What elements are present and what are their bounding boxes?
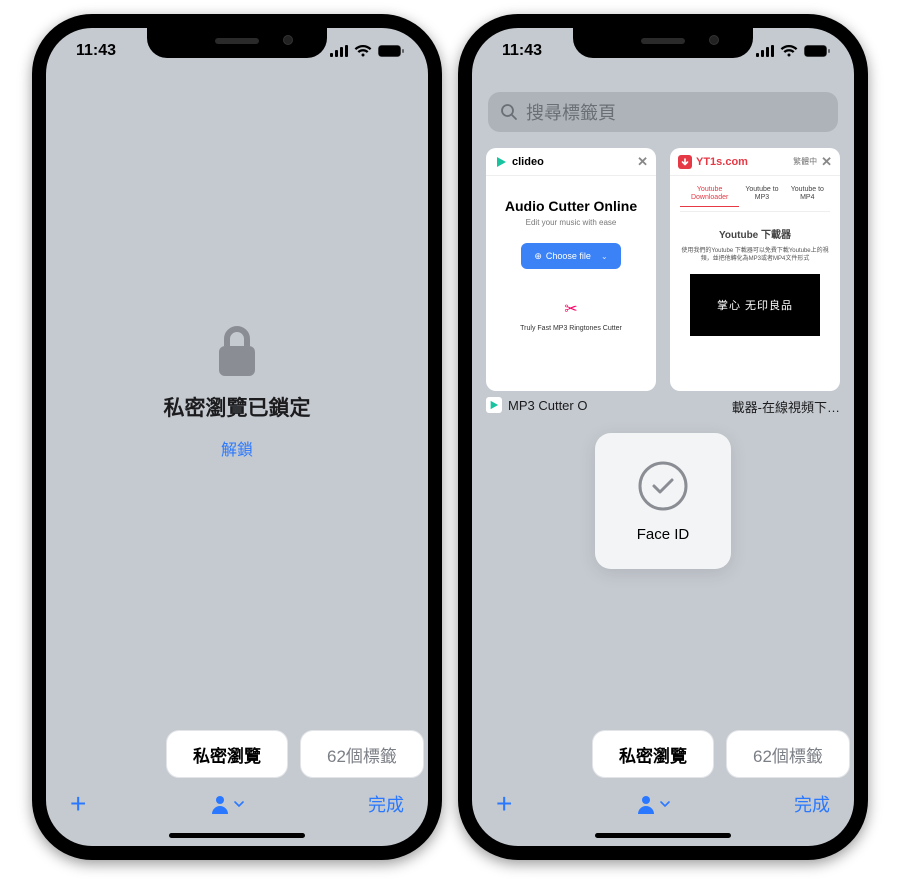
menu-item: Youtube Downloader bbox=[680, 186, 739, 207]
tab-title: 載器-在線視頻下… bbox=[732, 397, 840, 416]
profile-menu[interactable] bbox=[210, 794, 244, 814]
search-icon bbox=[500, 103, 518, 121]
close-tab-button[interactable]: ✕ bbox=[637, 154, 648, 170]
status-time: 11:43 bbox=[502, 42, 542, 60]
faceid-check-icon bbox=[637, 460, 689, 512]
page-description: 使用我們的Youtube 下載器可以免費下載Youtube上的視頻，並把他轉化為… bbox=[680, 247, 830, 264]
done-button[interactable]: 完成 bbox=[794, 791, 830, 817]
search-placeholder: 搜尋標籤頁 bbox=[526, 99, 616, 125]
page-headline: Audio Cutter Online bbox=[496, 198, 646, 214]
segment-private[interactable]: 私密瀏覽 bbox=[166, 730, 288, 778]
battery-icon bbox=[804, 45, 830, 57]
status-time: 11:43 bbox=[76, 42, 116, 60]
segment-tabs-count[interactable]: 62個標籤 bbox=[726, 730, 850, 778]
tab-title: MP3 Cutter O bbox=[508, 398, 587, 413]
yt1s-favicon bbox=[678, 155, 692, 169]
screen-tab-overview: 11:43 搜尋標籤頁 clideo bbox=[472, 28, 854, 846]
scissors-icon: ✂ bbox=[496, 299, 646, 319]
notch bbox=[147, 28, 327, 58]
tab-group-segment: 私密瀏覽 62個標籤 bbox=[46, 730, 428, 778]
bottom-toolbar: + 完成 bbox=[472, 778, 854, 830]
home-indicator[interactable] bbox=[595, 833, 731, 838]
page-subtext: Edit your music with ease bbox=[496, 218, 646, 227]
clideo-favicon bbox=[494, 155, 508, 169]
lock-icon bbox=[215, 324, 259, 378]
screen-locked: 11:43 私密瀏覽已鎖定 解鎖 私密瀏覽 62個標籤 + bbox=[46, 28, 428, 846]
new-tab-button[interactable]: + bbox=[496, 788, 512, 820]
choose-file-button: ⊕ Choose file ⌄ bbox=[521, 243, 621, 269]
search-tabs-field[interactable]: 搜尋標籤頁 bbox=[488, 92, 838, 132]
faceid-label: Face ID bbox=[637, 526, 690, 543]
tab-group-segment: 私密瀏覽 62個標籤 bbox=[472, 730, 854, 778]
iphone-left: 11:43 私密瀏覽已鎖定 解鎖 私密瀏覽 62個標籤 + bbox=[32, 14, 442, 860]
person-icon bbox=[636, 794, 656, 814]
home-indicator[interactable] bbox=[169, 833, 305, 838]
battery-icon bbox=[378, 45, 404, 57]
page-headline: Youtube 下載器 bbox=[680, 226, 830, 241]
clideo-favicon bbox=[486, 397, 502, 413]
chevron-down-icon: ⌄ bbox=[601, 252, 608, 261]
menu-item: Youtube to MP4 bbox=[785, 186, 830, 207]
page-footer-text: Truly Fast MP3 Ringtones Cutter bbox=[496, 325, 646, 332]
locked-private-area: 私密瀏覽已鎖定 解鎖 bbox=[46, 28, 428, 846]
lang-label: 繁體中 bbox=[793, 156, 817, 167]
segment-private[interactable]: 私密瀏覽 bbox=[592, 730, 714, 778]
video-thumbnail: 掌心 无印良品 bbox=[690, 274, 820, 336]
tab-grid: clideo ✕ Audio Cutter Online Edit your m… bbox=[486, 148, 840, 416]
done-button[interactable]: 完成 bbox=[368, 791, 404, 817]
signal-icon bbox=[330, 45, 348, 57]
segment-tabs-count[interactable]: 62個標籤 bbox=[300, 730, 424, 778]
menu-item: Youtube to MP3 bbox=[739, 186, 784, 207]
tab-card-yt1s[interactable]: YT1s.com 繁體中 ✕ Youtube Downloader Youtub… bbox=[670, 148, 840, 416]
unlock-link[interactable]: 解鎖 bbox=[221, 436, 253, 460]
close-tab-button[interactable]: ✕ bbox=[821, 154, 832, 170]
chevron-down-icon bbox=[234, 799, 244, 809]
wifi-icon bbox=[780, 45, 798, 57]
notch bbox=[573, 28, 753, 58]
person-icon bbox=[210, 794, 230, 814]
profile-menu[interactable] bbox=[636, 794, 670, 814]
new-tab-button[interactable]: + bbox=[70, 788, 86, 820]
tab-site-label: clideo bbox=[512, 156, 544, 168]
chevron-down-icon bbox=[660, 799, 670, 809]
iphone-right: 11:43 搜尋標籤頁 clideo bbox=[458, 14, 868, 860]
wifi-icon bbox=[354, 45, 372, 57]
tab-card-clideo[interactable]: clideo ✕ Audio Cutter Online Edit your m… bbox=[486, 148, 656, 416]
plus-circle-icon: ⊕ bbox=[534, 251, 542, 262]
tab-site-label: YT1s.com bbox=[696, 156, 748, 168]
signal-icon bbox=[756, 45, 774, 57]
faceid-prompt: Face ID bbox=[595, 433, 731, 569]
locked-title: 私密瀏覽已鎖定 bbox=[164, 392, 311, 422]
bottom-toolbar: + 完成 bbox=[46, 778, 428, 830]
